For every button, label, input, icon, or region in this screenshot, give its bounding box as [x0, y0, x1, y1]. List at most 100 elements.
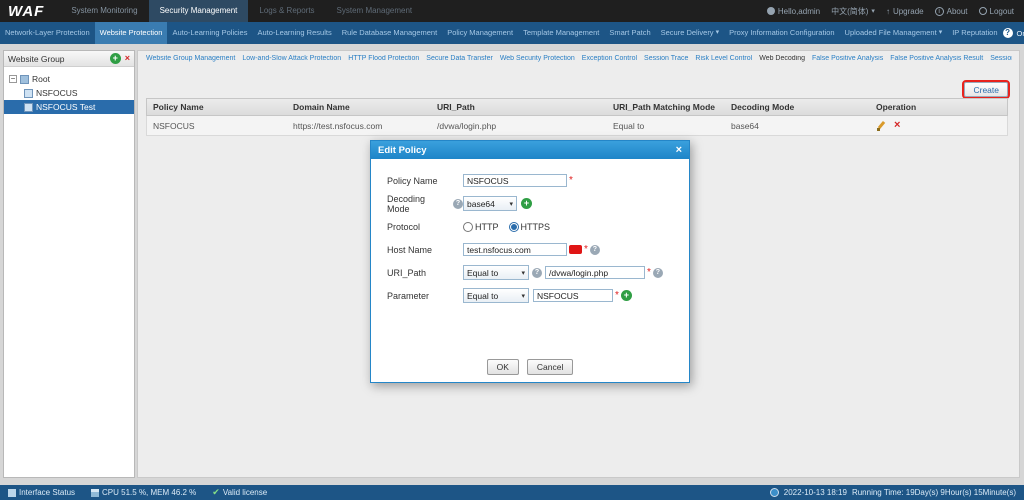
policy-table: Policy Name Domain Name URI_Path URI_Pat… [146, 98, 1008, 136]
about-button[interactable]: i About [934, 6, 968, 16]
about-label: About [946, 6, 968, 16]
protocol-https-option[interactable]: HTTPS [508, 221, 551, 232]
chevron-down-icon: ▾ [521, 269, 525, 277]
parameter-mode-select[interactable]: Equal to ▾ [463, 288, 529, 303]
cpu-mem-label: CPU 51.5 %, MEM 46.2 % [102, 488, 197, 497]
nav-policy-management[interactable]: Policy Management [442, 22, 518, 44]
top-header-right: Hello,admin 中文(简体) ▾ ↑ Upgrade i About L… [766, 6, 1024, 17]
uri-path-mode-value: Equal to [467, 267, 499, 278]
protocol-https-radio[interactable] [508, 221, 519, 232]
upgrade-button[interactable]: ↑ Upgrade [886, 7, 924, 16]
logout-button[interactable]: Logout [978, 7, 1014, 16]
tab-website-group-management[interactable]: Website Group Management [146, 55, 235, 62]
nav-uploaded-file-management[interactable]: Uploaded File Management ▾ [840, 22, 948, 44]
decoding-mode-select[interactable]: base64 ▾ [463, 196, 517, 211]
top-menu-system-monitoring[interactable]: System Monitoring [60, 0, 148, 22]
tree-item-root[interactable]: − Root [4, 72, 134, 86]
decoding-mode-row: Decoding Mode ? base64 ▾ + [387, 192, 673, 215]
nav-auto-learning-results[interactable]: Auto-Learning Results [252, 22, 336, 44]
power-icon [978, 7, 987, 15]
check-icon: ✔ [212, 487, 220, 497]
tab-web-decoding[interactable]: Web Decoding [759, 55, 805, 62]
license-label: Valid license [222, 488, 268, 497]
host-name-label: Host Name [387, 244, 433, 255]
nav-rule-database-management[interactable]: Rule Database Management [337, 22, 442, 44]
website-group-tree: − Root NSFOCUS NSFOCUS Test [4, 67, 134, 114]
tab-http-flood-protection[interactable]: HTTP Flood Protection [348, 55, 419, 62]
help-icon: ? [1002, 28, 1013, 38]
user-menu[interactable]: Hello,admin [766, 7, 820, 16]
close-icon[interactable]: × [676, 144, 682, 156]
decoding-mode-label: Decoding Mode [387, 193, 426, 214]
host-name-input[interactable] [463, 243, 567, 256]
tab-web-security-protection[interactable]: Web Security Protection [500, 55, 575, 62]
policy-name-input[interactable] [463, 174, 567, 187]
group-node-icon [24, 102, 33, 112]
help-icon[interactable]: ? [453, 198, 463, 209]
nav-template-management[interactable]: Template Management [518, 22, 604, 44]
create-button[interactable]: Create [962, 80, 1010, 99]
parameter-mode-value: Equal to [467, 290, 499, 301]
top-menu-security-management[interactable]: Security Management [148, 0, 249, 22]
tab-exception-control[interactable]: Exception Control [582, 55, 637, 62]
interface-icon [8, 488, 16, 497]
required-asterisk: * [615, 290, 619, 301]
delete-icon[interactable]: × [894, 120, 900, 131]
required-asterisk: * [569, 175, 573, 186]
protocol-row: Protocol HTTP HTTPS [387, 215, 673, 238]
top-menu-system-management[interactable]: System Management [326, 0, 424, 22]
add-decoding-mode-icon[interactable]: + [521, 198, 532, 209]
system-time-status: 2022-10-13 18:19 Running Time: 19Day(s) … [769, 488, 1016, 497]
dialog-title: Edit Policy [378, 144, 427, 156]
tree-item-label: NSFOCUS [36, 88, 78, 98]
nav-network-layer-protection[interactable]: Network-Layer Protection [0, 22, 95, 44]
collapse-icon[interactable]: − [9, 75, 17, 83]
tab-session-trace[interactable]: Session Trace [644, 55, 688, 62]
tree-item-nsfocus-test[interactable]: NSFOCUS Test [4, 100, 134, 114]
tab-low-and-slow-attack-protection[interactable]: Low-and-Slow Attack Protection [242, 55, 341, 62]
nav-ip-reputation[interactable]: IP Reputation [947, 22, 1002, 44]
parameter-input[interactable] [533, 289, 613, 302]
app-logo: WAF [8, 2, 45, 20]
nav-uploaded-file-management-label: Uploaded File Management [844, 28, 937, 37]
nav-auto-learning-policies[interactable]: Auto-Learning Policies [167, 22, 252, 44]
top-menu-logs-reports[interactable]: Logs & Reports [248, 0, 325, 22]
website-group-title: Website Group [8, 53, 65, 64]
protocol-https-label: HTTPS [520, 221, 551, 232]
required-asterisk: * [647, 267, 651, 278]
help-icon[interactable]: ? [589, 244, 600, 255]
cell-policy-name: NSFOCUS [153, 120, 195, 131]
tree-item-nsfocus[interactable]: NSFOCUS [4, 86, 134, 100]
language-select[interactable]: 中文(简体) ▾ [831, 6, 875, 17]
tab-risk-level-control[interactable]: Risk Level Control [695, 55, 752, 62]
add-parameter-icon[interactable]: + [620, 290, 632, 301]
protocol-http-option[interactable]: HTTP [463, 221, 499, 232]
uri-path-mode-select[interactable]: Equal to ▾ [463, 265, 529, 280]
uri-path-input[interactable] [545, 266, 645, 279]
help-icon[interactable]: ? [532, 267, 542, 278]
nav-website-protection[interactable]: Website Protection [94, 22, 168, 44]
edit-icon[interactable] [876, 120, 887, 131]
table-header-row: Policy Name Domain Name URI_Path URI_Pat… [146, 98, 1008, 116]
delete-group-icon[interactable]: × [125, 54, 130, 63]
tab-false-positive-analysis[interactable]: False Positive Analysis [812, 55, 883, 62]
add-group-icon[interactable]: + [109, 53, 121, 64]
protocol-http-radio[interactable] [463, 221, 473, 232]
nav-secure-delivery[interactable]: Secure Delivery ▾ [656, 22, 724, 44]
host-name-marker [569, 245, 582, 254]
upgrade-label: Upgrade [892, 6, 924, 16]
cell-decoding-mode: base64 [731, 120, 759, 131]
module-nav-bar: Network-Layer Protection Website Protect… [0, 22, 1024, 44]
ok-button[interactable]: OK [486, 359, 519, 375]
tab-session-block[interactable]: Session Block [990, 55, 1012, 62]
cancel-button[interactable]: Cancel [526, 359, 574, 375]
nav-proxy-information-configuration[interactable]: Proxy Information Configuration [724, 22, 839, 44]
tab-secure-data-transfer[interactable]: Secure Data Transfer [426, 55, 493, 62]
dialog-title-bar: Edit Policy × [371, 141, 689, 159]
tab-false-positive-analysis-result[interactable]: False Positive Analysis Result [890, 55, 983, 62]
table-row: NSFOCUS https://test.nsfocus.com /dvwa/l… [146, 116, 1008, 136]
nav-smart-patch[interactable]: Smart Patch [604, 22, 655, 44]
interface-status[interactable]: Interface Status [8, 488, 75, 497]
help-icon[interactable]: ? [652, 267, 663, 278]
online-help-button[interactable]: ? Online Help [1002, 28, 1024, 38]
